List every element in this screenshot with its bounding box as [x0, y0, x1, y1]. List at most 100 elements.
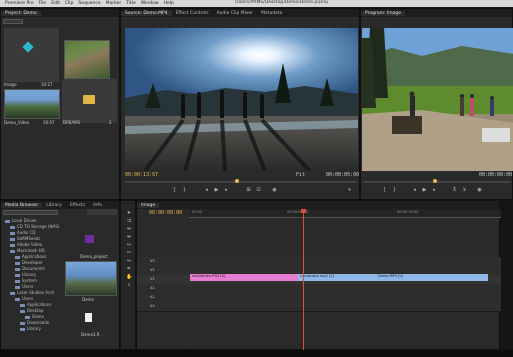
menu-app[interactable]: Premiere Pro [5, 1, 34, 6]
tree-item[interactable]: SoftMSeeds [10, 236, 40, 241]
zoom-tool-icon[interactable]: ⌕ [126, 282, 132, 288]
tree-item[interactable]: CD TO Storage (NAS) [10, 224, 59, 229]
step-forward-icon[interactable]: ▸ [223, 187, 230, 193]
tab-effects[interactable]: Effects [66, 203, 89, 208]
export-frame-icon[interactable]: ◉ [476, 187, 483, 193]
tree-item[interactable]: Documents [15, 266, 45, 271]
tree-item[interactable]: Library [20, 326, 41, 331]
ripple-edit-tool-icon[interactable]: ⇹ [126, 226, 132, 232]
timeline-clip[interactable]: Landscape.mp4 [V] [298, 274, 378, 281]
track-label: A3 [150, 304, 155, 308]
menu-window[interactable]: Window [141, 1, 159, 6]
mark-out-icon[interactable]: } [181, 187, 188, 193]
menu-file[interactable]: File [39, 1, 47, 6]
tree-item[interactable]: System [15, 278, 37, 283]
export-frame-icon[interactable]: ◉ [271, 187, 278, 193]
tree-item[interactable]: Laser Studios Arch [10, 290, 54, 295]
document-file-icon[interactable] [85, 313, 92, 322]
menu-marker[interactable]: Marker [106, 1, 122, 6]
timeline-playhead[interactable] [303, 209, 304, 351]
tab-program[interactable]: Program: Image [361, 10, 406, 16]
source-timecode-in[interactable]: 00:00:13:07 [125, 172, 158, 178]
tree-item[interactable]: Demo [25, 314, 44, 319]
project-search-input[interactable] [3, 19, 23, 24]
overwrite-icon[interactable]: ⊡ [255, 187, 262, 193]
tab-library[interactable]: Library [42, 203, 66, 208]
tree-item[interactable]: Desktop [20, 308, 44, 313]
project-item-thumbnail[interactable] [4, 89, 60, 119]
insert-icon[interactable]: ⊞ [245, 187, 252, 193]
timeline-timecode[interactable]: 00:00:00:00 [149, 210, 182, 216]
tab-effect-controls[interactable]: Effect Controls [172, 11, 213, 16]
tree-item[interactable]: Users [15, 284, 33, 289]
source-tabs: Source: Demo.MP4 Effect Controls Audio C… [121, 9, 359, 17]
track-a3[interactable] [137, 302, 501, 312]
menu-help[interactable]: Help [164, 1, 174, 6]
rolling-edit-tool-icon[interactable]: ⇼ [126, 234, 132, 240]
playhead-icon[interactable] [235, 179, 239, 183]
source-video-frame[interactable] [125, 28, 358, 171]
project-item-sequence[interactable] [4, 28, 59, 82]
media-preview2-label: Demo [82, 297, 94, 302]
tree-item[interactable]: Users [15, 296, 33, 301]
menu-clip[interactable]: Clip [65, 1, 74, 6]
tab-media-browser[interactable]: Media Browser [1, 202, 43, 208]
pen-tool-icon[interactable]: ✒ [126, 266, 132, 272]
extract-icon[interactable]: ⊻ [461, 187, 468, 193]
lift-icon[interactable]: ⊼ [451, 187, 458, 193]
source-fit-select[interactable]: Fit [296, 172, 305, 178]
rate-stretch-tool-icon[interactable]: ↔ [126, 242, 132, 248]
mark-in-icon[interactable]: { [171, 187, 178, 193]
menu-title[interactable]: Title [126, 1, 136, 6]
dock-strip [0, 350, 513, 357]
folder-icon [83, 95, 95, 104]
selection-tool-icon[interactable]: ➤ [126, 210, 132, 216]
tree-item[interactable]: Local Drives [5, 218, 36, 223]
tree-item[interactable]: Applications [20, 302, 51, 307]
program-scrubber[interactable] [363, 179, 511, 183]
razor-tool-icon[interactable]: ✂ [126, 250, 132, 256]
step-back-icon[interactable]: ◂ [411, 187, 418, 193]
program-video-image [362, 28, 513, 171]
tab-project[interactable]: Project: Demo [1, 10, 41, 16]
source-scrubber[interactable] [125, 179, 357, 183]
tab-info[interactable]: Info [89, 203, 106, 208]
program-video-frame[interactable] [362, 28, 513, 171]
media-preview-thumbnail[interactable] [65, 261, 117, 296]
timeline-clip[interactable]: Demo.MP4 [V] [376, 274, 488, 281]
menu-sequence[interactable]: Sequence [78, 1, 100, 6]
mark-out-icon[interactable]: } [391, 187, 398, 193]
step-forward-icon[interactable]: ▸ [431, 187, 438, 193]
tab-source[interactable]: Source: Demo.MP4 [121, 10, 172, 16]
time-ruler[interactable]: 00:00 00:00:05:00 00:00:10:00 [189, 209, 501, 218]
playhead-icon[interactable] [433, 179, 437, 183]
add-button-icon[interactable]: + [346, 187, 353, 193]
tree-item[interactable]: Library [15, 272, 36, 277]
tab-audio-clip-mixer[interactable]: Audio Clip Mixer [213, 11, 257, 16]
playhead-icon[interactable] [301, 209, 306, 213]
premiere-file-icon[interactable] [85, 235, 94, 243]
tree-item[interactable]: Macintosh HD [10, 248, 45, 253]
project-item-thumbnail[interactable] [64, 40, 110, 79]
play-icon[interactable]: ▶ [213, 187, 220, 193]
play-icon[interactable]: ▶ [421, 187, 428, 193]
tab-sequence[interactable]: Image [137, 202, 160, 208]
track-select-tool-icon[interactable]: ⇉ [126, 218, 132, 224]
tree-item[interactable]: Adobe Video [10, 242, 42, 247]
media-search-input[interactable] [3, 210, 58, 215]
project-panel: Project: Demo Image 10:27 xxxGarden.PS 5… [0, 8, 120, 200]
slip-tool-icon[interactable]: ⇔ [126, 258, 132, 264]
tree-item[interactable]: Developer [15, 260, 43, 265]
menu-edit[interactable]: Edit [51, 1, 60, 6]
timeline-clip[interactable]: xxxGarden.PSD [V] [190, 274, 299, 281]
tree-item[interactable]: Downloads [20, 320, 49, 325]
tree-item[interactable]: Audio CD [10, 230, 36, 235]
project-item-label: Demo_Video [4, 120, 30, 125]
media-view-select[interactable] [87, 209, 117, 215]
hand-tool-icon[interactable]: ✋ [126, 274, 132, 280]
step-back-icon[interactable]: ◂ [203, 187, 210, 193]
mark-in-icon[interactable]: { [381, 187, 388, 193]
tab-metadata[interactable]: Metadata [257, 11, 286, 16]
project-item-folder[interactable] [62, 79, 117, 123]
tree-item[interactable]: Applications [15, 254, 46, 259]
